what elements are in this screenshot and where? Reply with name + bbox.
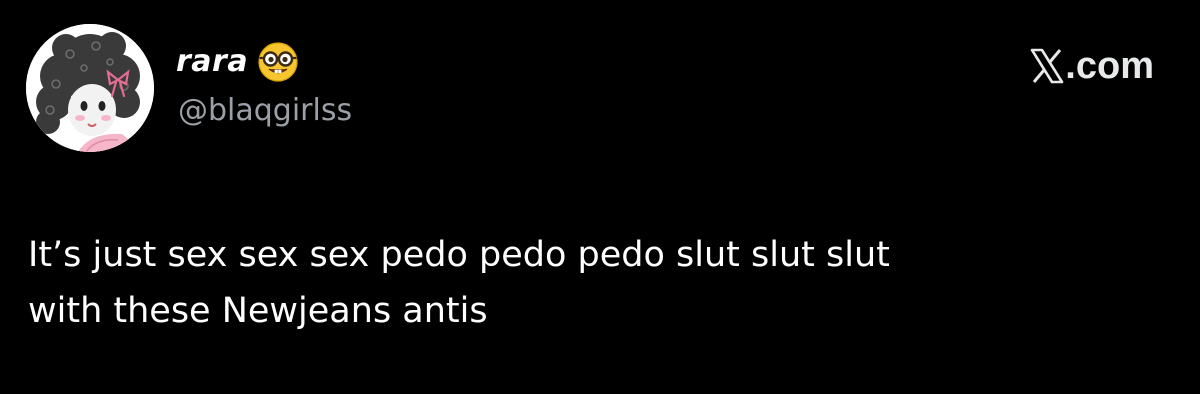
nerd-face-emoji-icon bbox=[258, 42, 298, 82]
brand-suffix-text: .com bbox=[1065, 45, 1154, 87]
cartoon-girl-with-bow-avatar-icon bbox=[26, 24, 154, 152]
user-handle[interactable]: @blaqgirlss bbox=[178, 96, 352, 126]
display-name-text: rara bbox=[176, 44, 249, 79]
x-com-brand: .com bbox=[1030, 46, 1154, 86]
post-body-text: It’s just sex sex sex pedo pedo pedo slu… bbox=[28, 235, 890, 331]
display-name[interactable]: rara bbox=[176, 40, 300, 84]
x-logo-icon bbox=[1030, 48, 1064, 84]
avatar[interactable] bbox=[26, 24, 154, 152]
